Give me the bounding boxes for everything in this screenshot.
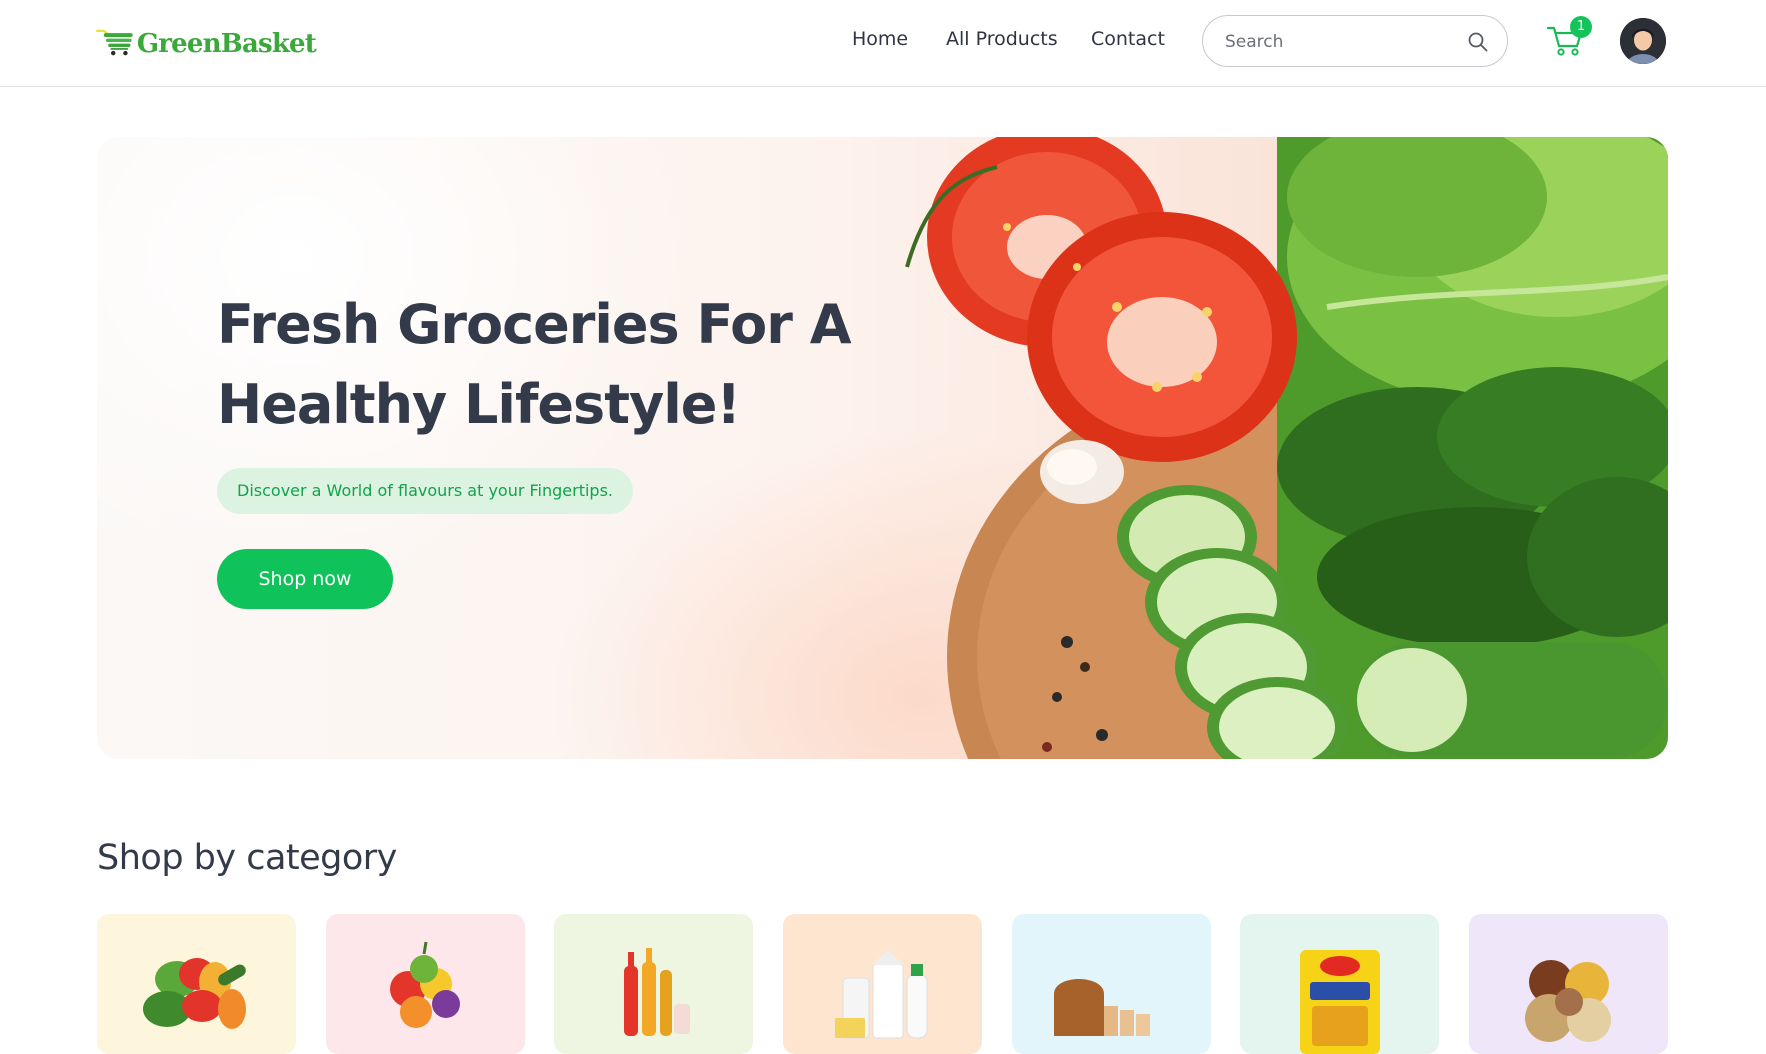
dairy-icon bbox=[835, 950, 928, 1039]
category-card-grains[interactable] bbox=[1469, 914, 1668, 1054]
search-icon[interactable] bbox=[1467, 31, 1489, 53]
basket-logo-icon bbox=[96, 29, 133, 56]
search-box[interactable] bbox=[1202, 15, 1508, 67]
hero-tagline-pill: Discover a World of flavours at your Fin… bbox=[217, 468, 634, 514]
shop-now-button[interactable]: Shop now bbox=[217, 549, 393, 609]
logo[interactable]: GreenBasket bbox=[96, 14, 317, 70]
nav-home[interactable]: Home bbox=[852, 28, 908, 50]
hero-title: Fresh Groceries For A Healthy Lifestyle! bbox=[217, 285, 937, 445]
category-card-dairy[interactable] bbox=[783, 914, 982, 1054]
category-card-fruits[interactable] bbox=[326, 914, 525, 1054]
grains-icon bbox=[1525, 960, 1611, 1042]
category-card-bakery[interactable] bbox=[1012, 914, 1211, 1054]
nav-all-products[interactable]: All Products bbox=[946, 28, 1058, 50]
vegetables-icon bbox=[143, 958, 246, 1029]
section-title: Shop by category bbox=[97, 838, 397, 878]
category-card-drinks[interactable] bbox=[554, 914, 753, 1054]
hero-banner: Fresh Groceries For A Healthy Lifestyle!… bbox=[97, 137, 1668, 759]
fruits-icon bbox=[390, 941, 460, 1028]
logo-text: GreenBasket bbox=[136, 29, 317, 59]
user-avatar-icon bbox=[1620, 18, 1666, 64]
hero-title-line2: Healthy Lifestyle! bbox=[217, 373, 741, 436]
avatar[interactable] bbox=[1620, 18, 1666, 64]
cart-count-badge: 1 bbox=[1570, 16, 1592, 38]
search-input[interactable] bbox=[1223, 28, 1453, 56]
nav-contact[interactable]: Contact bbox=[1091, 28, 1165, 50]
bakery-icon bbox=[1054, 979, 1150, 1036]
instant-food-icon bbox=[1300, 950, 1380, 1054]
drinks-icon bbox=[624, 948, 690, 1036]
hero-vegetables-image bbox=[905, 137, 1668, 759]
category-card-instant-food[interactable] bbox=[1240, 914, 1439, 1054]
category-card-vegetables[interactable] bbox=[97, 914, 296, 1054]
top-navbar: GreenBasket Home All Products Contact 1 bbox=[0, 0, 1766, 87]
hero-title-line1: Fresh Groceries For A bbox=[217, 293, 851, 356]
